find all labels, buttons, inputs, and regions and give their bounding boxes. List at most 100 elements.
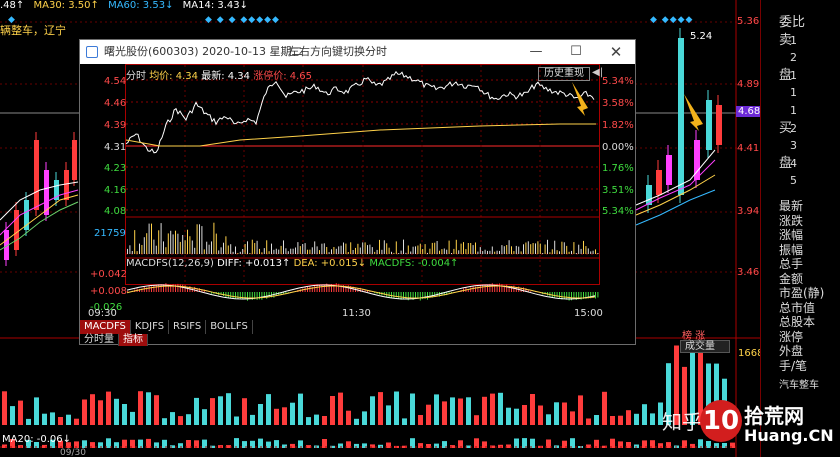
view-tabs[interactable]: 分时量 指标 <box>80 334 148 346</box>
window-hint: 左右方向键切换分时 <box>288 45 387 58</box>
candle <box>72 140 77 180</box>
maximize-icon[interactable]: ☐ <box>556 40 596 64</box>
volume-bar <box>203 249 205 254</box>
minimize-icon[interactable]: — <box>516 40 556 64</box>
volume-bar <box>321 243 323 254</box>
volume-bar <box>182 235 184 254</box>
macd-bar <box>242 292 244 300</box>
price-axis-label: 4.31 <box>104 142 127 153</box>
volume-bar <box>148 223 150 254</box>
volume-bar <box>424 244 426 254</box>
volume-bar <box>283 240 284 254</box>
macd-bar <box>230 292 232 299</box>
volume-bar <box>405 252 407 254</box>
volume-bar <box>184 240 186 254</box>
tab-indicator-view[interactable]: 指标 <box>119 334 148 346</box>
volume-bar <box>563 242 565 254</box>
pct-axis-label: 5.34% <box>602 76 634 87</box>
volume-bar <box>309 249 311 254</box>
volume-bar <box>170 230 172 254</box>
volume-bar <box>453 248 455 254</box>
candle <box>678 38 684 195</box>
macd-bar <box>179 284 181 292</box>
volume-bar <box>163 241 164 254</box>
quote-row-value: 4 <box>790 156 797 170</box>
volume-bar <box>403 239 404 254</box>
bg-volume-bar <box>634 413 639 425</box>
volume-bar <box>439 250 440 254</box>
volume-bar <box>465 249 467 254</box>
volume-bar <box>381 249 383 254</box>
volume-bar <box>187 229 188 254</box>
event-markers-right[interactable]: ◆ ◆◆◆◆ <box>650 15 693 25</box>
volume-bar <box>398 253 400 254</box>
volume-bar <box>443 248 445 254</box>
volume-bar <box>194 247 196 254</box>
volume-bar <box>225 236 227 254</box>
tab-macdfs[interactable]: MACDFS <box>80 320 131 334</box>
bg-volume-bar <box>226 393 231 425</box>
macd-bar <box>335 283 337 292</box>
close-icon[interactable]: ✕ <box>596 40 636 64</box>
volume-bar <box>597 253 599 254</box>
bg-volume-bar <box>602 391 607 425</box>
event-markers[interactable]: ◆ ◆ ◆ ◆◆◆◆◆ <box>205 15 280 25</box>
bg-volume-bar <box>362 411 367 425</box>
pct-axis-label: 1.82% <box>602 120 634 131</box>
volume-bar <box>525 242 527 254</box>
watermark-zh: 知乎 <box>662 410 702 434</box>
volume-bar <box>436 241 438 254</box>
bg-volume-bar <box>458 398 463 425</box>
candle <box>34 140 39 210</box>
volume-bar <box>458 250 460 254</box>
macd-axis-top: +0.042 <box>90 269 128 280</box>
tab-volume-view[interactable]: 分时量 <box>80 334 119 346</box>
quote-panel: 委比卖 1 2 盘 1 1 1 买 2 3 盘 4 5 最新 涨跌 涨幅 振幅 总手 金额 市盈(静) 总市值 总股本涨… <box>760 0 840 457</box>
bg-volume-bar <box>218 396 223 425</box>
window-titlebar[interactable]: 曙光股份(600303) 2020-10-13 星期二 左右方向键切换分时 — … <box>80 40 635 64</box>
volume-bar <box>227 245 229 254</box>
indicator-tabs[interactable]: MACDFS KDJFS RSIFS BOLLFS <box>80 320 253 334</box>
indicator-ma60: MA60: 3.53↓ <box>108 0 174 11</box>
bg-volume-bar <box>442 401 447 425</box>
volume-bar <box>287 251 289 254</box>
tab-rsifs[interactable]: RSIFS <box>169 320 207 334</box>
volume-bar <box>167 233 169 254</box>
macd-bar <box>506 284 508 292</box>
tab-kdjfs[interactable]: KDJFS <box>131 320 170 334</box>
volume-bar <box>551 249 553 254</box>
volume-bar <box>513 251 515 254</box>
volume-bar <box>355 247 356 254</box>
volume-bar <box>175 230 176 254</box>
volume-bar <box>189 236 191 254</box>
intraday-chart-area[interactable]: 分时 均价: 4.34 最新: 4.34 涨停价: 4.65 历史重现 ◀| 4… <box>80 64 635 346</box>
bg-volume-bar <box>306 417 311 425</box>
quote-row: 委比 <box>761 14 840 31</box>
volume-max-label: 21759 <box>94 228 126 239</box>
macd-bar <box>235 292 236 299</box>
volume-bar <box>136 251 138 254</box>
history-replay-button[interactable]: 历史重现 <box>538 67 590 81</box>
macd-bar <box>153 285 155 292</box>
volume-bar <box>568 251 570 254</box>
volume-bar <box>165 247 167 254</box>
intraday-popup-window[interactable]: 曙光股份(600303) 2020-10-13 星期二 左右方向键切换分时 — … <box>79 39 636 346</box>
macd-bar <box>563 292 565 299</box>
bg-volume-bar <box>586 418 591 425</box>
tab-bollfs[interactable]: BOLLFS <box>206 320 253 334</box>
volume-bar <box>482 251 484 254</box>
volume-bar <box>587 248 589 254</box>
bg-volume-bar <box>450 397 455 425</box>
volume-bar <box>177 233 179 254</box>
volume-bar <box>134 230 136 254</box>
volume-bar <box>496 250 498 254</box>
macd-bar <box>184 285 186 292</box>
volume-bar <box>547 239 548 254</box>
volume-bar <box>249 253 251 254</box>
candle <box>64 170 69 200</box>
macd-bar <box>398 292 400 299</box>
volume-bar <box>544 244 546 254</box>
sector-label[interactable]: 汽车整车 <box>779 376 819 391</box>
volume-bar <box>254 243 256 254</box>
quote-row-value: 5 <box>790 174 797 188</box>
